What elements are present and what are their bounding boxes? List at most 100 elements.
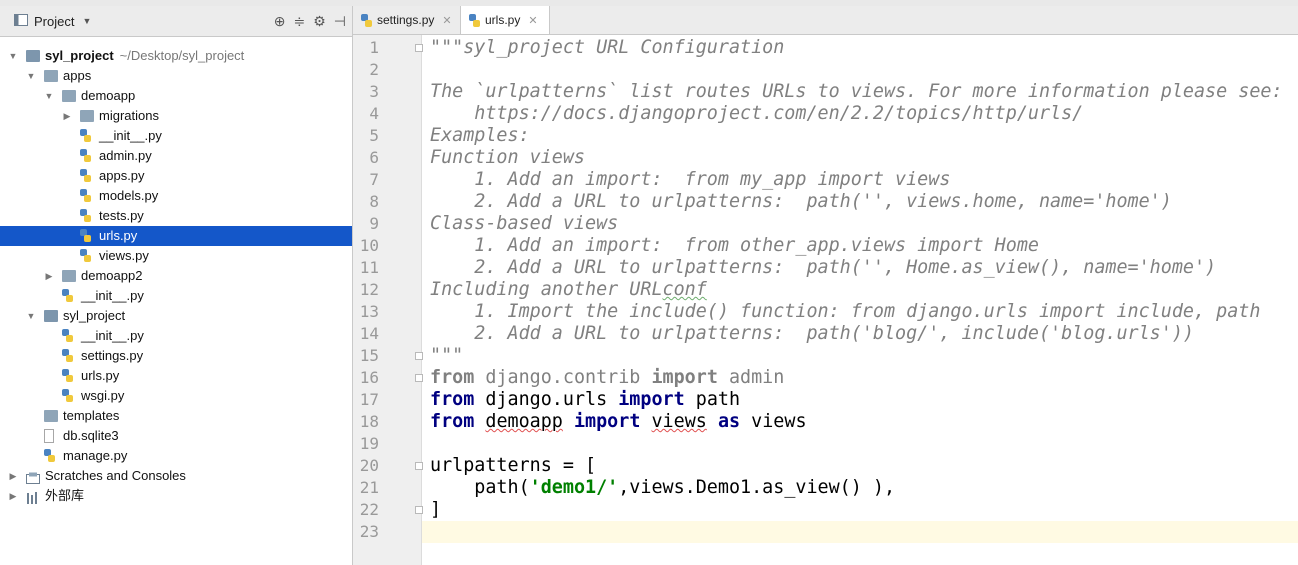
- tree-item[interactable]: models.py: [0, 186, 352, 206]
- code-line[interactable]: from demoapp import views as views: [422, 411, 1298, 433]
- code-line[interactable]: from django.urls import path: [422, 389, 1298, 411]
- chevron-down-icon[interactable]: ▼: [82, 16, 91, 26]
- file-icon: [44, 429, 54, 443]
- code-token: 1. Import the include() function: from d…: [430, 301, 1261, 322]
- tree-item[interactable]: wsgi.py: [0, 386, 352, 406]
- line-number: 8: [369, 192, 379, 211]
- tree-item-name: __init__.py: [99, 128, 162, 143]
- gear-icon[interactable]: ⚙: [313, 13, 326, 30]
- code-line[interactable]: Examples:: [422, 125, 1298, 147]
- chevron-right-icon[interactable]: ▶: [8, 466, 18, 486]
- tree-item[interactable]: urls.py: [0, 226, 352, 246]
- code-line[interactable]: 1. Import the include() function: from d…: [422, 301, 1298, 323]
- tree-item[interactable]: ▼ demoapp: [0, 86, 352, 106]
- hide-panel-icon[interactable]: ⊣: [334, 13, 346, 30]
- code-token: 1. Add an import: from my_app import vie…: [430, 169, 951, 190]
- code-token: Examples:: [430, 125, 530, 146]
- close-icon[interactable]: ✕: [528, 14, 537, 27]
- code-editor[interactable]: """syl_project URL Configuration The `url…: [422, 35, 1298, 565]
- code-line[interactable]: Function views: [422, 147, 1298, 169]
- tree-item-label: db.sqlite3: [63, 426, 119, 446]
- tree-item[interactable]: settings.py: [0, 346, 352, 366]
- tree-item-name: syl_project: [63, 308, 126, 323]
- code-token: from: [430, 411, 475, 432]
- code-line[interactable]: Including another URLconf: [422, 279, 1298, 301]
- tree-item-label: settings.py: [81, 346, 143, 366]
- tree-item[interactable]: ▶ migrations: [0, 106, 352, 126]
- tree-item-name: tests.py: [99, 208, 144, 223]
- tree-item-name: views.py: [99, 248, 149, 263]
- close-icon[interactable]: ✕: [442, 14, 451, 27]
- code-line[interactable]: 2. Add a URL to urlpatterns: path('', Ho…: [422, 257, 1298, 279]
- tree-item[interactable]: __init__.py: [0, 126, 352, 146]
- project-view-title[interactable]: Project: [34, 14, 74, 29]
- tree-item[interactable]: urls.py: [0, 366, 352, 386]
- chevron-right-icon[interactable]: ▶: [44, 266, 54, 286]
- code-token: path(: [430, 477, 530, 498]
- code-line[interactable]: https://docs.djangoproject.com/en/2.2/to…: [422, 103, 1298, 125]
- code-line[interactable]: from django.contrib import admin: [422, 367, 1298, 389]
- chevron-down-icon[interactable]: ▼: [8, 46, 18, 66]
- code-line[interactable]: [422, 521, 1298, 543]
- crosshair-icon[interactable]: ⊕: [274, 13, 286, 30]
- tab-label: settings.py: [377, 13, 435, 27]
- tree-item[interactable]: admin.py: [0, 146, 352, 166]
- tree-item[interactable]: templates: [0, 406, 352, 426]
- code-token: views: [740, 411, 807, 432]
- code-line[interactable]: ]: [422, 499, 1298, 521]
- tree-item-name: apps.py: [99, 168, 145, 183]
- chevron-right-icon[interactable]: ▶: [8, 486, 18, 506]
- chevron-right-icon[interactable]: ▶: [62, 106, 72, 126]
- line-number: 17: [359, 390, 379, 409]
- python-file-icon: [361, 13, 372, 27]
- tree-item-label: admin.py: [99, 146, 152, 166]
- chevron-down-icon[interactable]: ▼: [26, 306, 36, 326]
- tree-item[interactable]: ▼ syl_project: [0, 306, 352, 326]
- tree-item[interactable]: ▼ syl_project ~/Desktop/syl_project: [0, 46, 352, 66]
- code-line[interactable]: Class-based views: [422, 213, 1298, 235]
- code-line[interactable]: [422, 433, 1298, 455]
- tree-item-name: models.py: [99, 188, 159, 203]
- code-line[interactable]: """: [422, 345, 1298, 367]
- tree-item-label: syl_project ~/Desktop/syl_project: [45, 46, 244, 66]
- collapse-all-icon[interactable]: ≑: [294, 13, 306, 30]
- tree-item[interactable]: views.py: [0, 246, 352, 266]
- code-token: urlpatterns = [: [430, 455, 597, 476]
- tree-item[interactable]: apps.py: [0, 166, 352, 186]
- code-line[interactable]: 2. Add a URL to urlpatterns: path('blog/…: [422, 323, 1298, 345]
- code-line[interactable]: The `urlpatterns` list routes URLs to vi…: [422, 81, 1298, 103]
- tree-item-label: __init__.py: [81, 326, 144, 346]
- tree-item[interactable]: ▶ 外部库: [0, 486, 352, 506]
- code-line[interactable]: 1. Add an import: from my_app import vie…: [422, 169, 1298, 191]
- tree-item[interactable]: tests.py: [0, 206, 352, 226]
- code-line[interactable]: 2. Add a URL to urlpatterns: path('', vi…: [422, 191, 1298, 213]
- python-file-icon: [62, 369, 73, 383]
- line-number: 15: [359, 346, 379, 365]
- tree-item[interactable]: __init__.py: [0, 286, 352, 306]
- code-line[interactable]: [422, 59, 1298, 81]
- chevron-down-icon[interactable]: ▼: [26, 66, 36, 86]
- tree-item[interactable]: __init__.py: [0, 326, 352, 346]
- tab-urls-py[interactable]: urls.py ✕: [460, 6, 550, 34]
- python-file-icon: [80, 229, 91, 243]
- line-number: 20: [359, 456, 379, 475]
- tree-item[interactable]: ▶ Scratches and Consoles: [0, 466, 352, 486]
- code-line[interactable]: 1. Add an import: from other_app.views i…: [422, 235, 1298, 257]
- code-line[interactable]: path('demo1/',views.Demo1.as_view() ),: [422, 477, 1298, 499]
- tree-item[interactable]: manage.py: [0, 446, 352, 466]
- code-line[interactable]: urlpatterns = [: [422, 455, 1298, 477]
- code-line[interactable]: """syl_project URL Configuration: [422, 37, 1298, 59]
- tree-item[interactable]: ▶ demoapp2: [0, 266, 352, 286]
- tree-item[interactable]: ▼ apps: [0, 66, 352, 86]
- tree-item[interactable]: db.sqlite3: [0, 426, 352, 446]
- tree-item-name: migrations: [99, 108, 159, 123]
- code-token: django.urls: [474, 389, 619, 410]
- tree-item-label: __init__.py: [99, 126, 162, 146]
- chevron-down-icon[interactable]: ▼: [44, 86, 54, 106]
- module-folder-icon: [44, 310, 58, 322]
- tab-settings-py[interactable]: settings.py ✕: [353, 6, 458, 34]
